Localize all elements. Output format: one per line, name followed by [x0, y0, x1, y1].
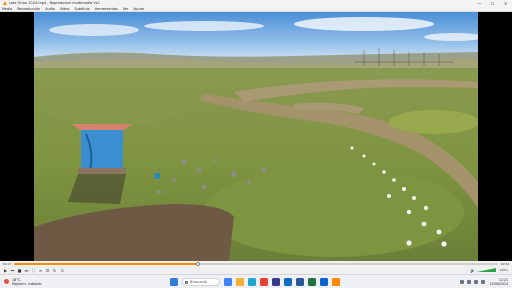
weather-widget[interactable]: 18°C Mayorm. nublado — [4, 278, 64, 286]
extended-settings-icon[interactable]: ≡ — [37, 267, 44, 274]
weather-icon — [4, 279, 9, 284]
vlc-icon[interactable] — [332, 278, 340, 286]
previous-icon[interactable]: ⏮ — [9, 267, 16, 274]
stop-icon[interactable]: ■ — [16, 267, 23, 274]
mail-icon[interactable] — [284, 278, 292, 286]
menu-help[interactable]: Ayuda — [133, 7, 143, 11]
battery-icon[interactable] — [481, 280, 486, 284]
menu-tools[interactable]: Herramientas — [95, 7, 118, 11]
seek-bar-fill — [14, 262, 198, 265]
grass-patch — [44, 89, 184, 125]
widgets-icon[interactable] — [224, 278, 232, 286]
grass-patch — [204, 167, 464, 257]
taskbar: 18°C Mayorm. nublado Búsqueda 12:21 25/0… — [0, 274, 512, 288]
fullscreen-icon[interactable]: ⛶ — [30, 267, 37, 274]
store-icon[interactable] — [272, 278, 280, 286]
volume-slider[interactable] — [476, 268, 497, 272]
search-placeholder: Búsqueda — [190, 280, 207, 284]
shuffle-icon[interactable]: ⤨ — [58, 267, 65, 274]
menu-playback[interactable]: Reproducción — [17, 7, 40, 11]
outlook-icon[interactable] — [320, 278, 328, 286]
video-area[interactable] — [0, 12, 512, 261]
chrome-icon[interactable] — [260, 278, 268, 286]
system-tray: 12:21 25/06/2024 — [459, 277, 508, 287]
menu-audio[interactable]: Audio — [45, 7, 55, 11]
loop-icon[interactable]: ↻ — [51, 267, 58, 274]
chevron-up-icon[interactable] — [460, 280, 465, 284]
taskbar-search[interactable]: Búsqueda — [182, 278, 220, 286]
volume-icon[interactable]: 🔊 — [469, 267, 476, 274]
file-explorer-icon[interactable] — [236, 278, 244, 286]
volume-level — [476, 268, 497, 272]
excel-icon[interactable] — [308, 278, 316, 286]
weather-desc: Mayorm. nublado — [12, 281, 42, 286]
total-time: 00:52 — [500, 261, 510, 266]
cloud — [294, 17, 434, 31]
play-button[interactable]: ▶ — [2, 267, 9, 274]
menu-video[interactable]: Vídeo — [60, 7, 70, 11]
window-title: Lote Orion 2024.mp4 - Reproductor multim… — [9, 1, 101, 5]
water-tank-small — [155, 173, 160, 179]
video-frame — [34, 12, 478, 261]
seek-knob[interactable] — [195, 261, 200, 266]
search-icon — [185, 280, 188, 284]
cloud — [49, 24, 139, 36]
next-icon[interactable]: ⏭ — [23, 267, 30, 274]
clock[interactable]: 12:21 25/06/2024 — [490, 278, 508, 286]
grass-patch — [389, 110, 478, 134]
speaker-icon[interactable] — [474, 280, 479, 284]
playback-controls: ▶ ⏮ ■ ⏭ ⛶ ≡ ☰ ↻ ⤨ 🔊 100% — [0, 266, 512, 274]
clock-date: 25/06/2024 — [489, 282, 508, 286]
elapsed-time: 00:17 — [2, 261, 12, 266]
menu-view[interactable]: Ver — [123, 7, 129, 11]
taskbar-apps: Búsqueda — [168, 277, 342, 287]
windows-start-icon[interactable] — [170, 278, 178, 286]
volume-percent: 100% — [499, 268, 508, 272]
word-icon[interactable] — [296, 278, 304, 286]
seek-bar[interactable] — [14, 261, 498, 266]
cloud — [144, 21, 264, 31]
edge-icon[interactable] — [248, 278, 256, 286]
vlc-icon — [3, 1, 7, 5]
menu-subtitle[interactable]: Subtítulo — [74, 7, 89, 11]
menu-media[interactable]: Medio — [2, 7, 12, 11]
network-icon[interactable] — [467, 280, 472, 284]
playlist-icon[interactable]: ☰ — [44, 267, 51, 274]
